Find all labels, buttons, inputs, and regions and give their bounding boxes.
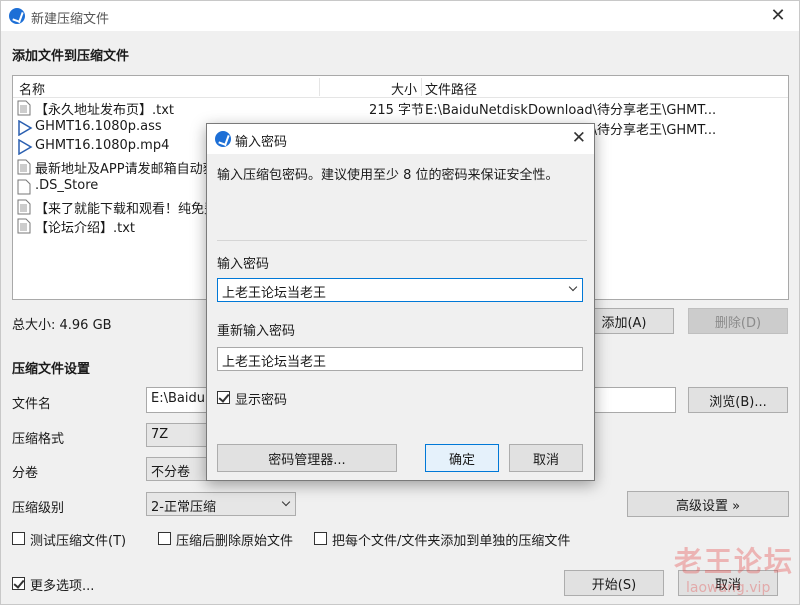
close-icon[interactable]: ✕ [767,5,789,27]
section-title-files: 添加文件到压缩文件 [12,49,130,64]
dialog-description: 输入压缩包密码。建议使用至少 8 位的密码来保证安全性。 [217,168,559,183]
separate-archives-checkbox[interactable] [314,532,327,545]
delete-after-checkbox[interactable] [158,532,171,545]
format-label: 压缩格式 [12,432,65,447]
file-name: 【来了就能下载和观看！纯免费 [35,201,218,217]
more-options-checkbox[interactable] [12,577,25,590]
format-value: 7Z [151,427,169,442]
level-value: 2-正常压缩 [151,500,216,515]
text-file-icon [17,218,31,234]
ok-button[interactable]: 确定 [425,444,499,472]
column-size[interactable]: 大小 [391,79,417,98]
file-path: E:\BaiduNetdiskDownload\待分享老王\GHMT... [425,103,717,118]
password-input[interactable]: 上老王论坛当老王 [217,278,583,302]
section-title-settings: 压缩文件设置 [12,362,91,377]
cancel-button[interactable]: 取消 [678,570,778,596]
app-logo-icon [215,131,231,147]
text-file-icon [17,100,31,116]
file-name: GHMT16.1080p.ass [35,118,162,134]
advanced-settings-button[interactable]: 高级设置 » [627,491,789,517]
password-manager-button[interactable]: 密码管理器... [217,444,397,472]
total-size: 总大小: 4.96 GB [12,318,112,333]
password-dialog: 输入密码 ✕ 输入压缩包密码。建议使用至少 8 位的密码来保证安全性。 输入密码… [206,123,595,481]
blank-file-icon [17,179,31,195]
divider [217,240,587,241]
file-row[interactable]: 【永久地址发布页】.txt 215 字节 E:\BaiduNetdiskDownlo… [13,98,788,118]
file-name: 最新地址及APP请发邮箱自动获 [35,162,216,178]
media-file-icon [17,119,33,136]
filename-label: 文件名 [12,397,52,412]
file-name: GHMT16.1080p.mp4 [35,138,170,154]
delete-button[interactable]: 删除(D) [688,308,788,334]
dialog-title: 输入密码 [235,135,288,150]
title-bar: 新建压缩文件 ✕ [1,1,799,31]
app-logo-icon [9,8,25,24]
column-path[interactable]: 文件路径 [425,79,477,98]
volume-label: 分卷 [12,466,39,481]
close-icon[interactable]: ✕ [572,127,586,149]
delete-after-label[interactable]: 压缩后删除原始文件 [176,530,293,549]
separate-archives-label[interactable]: 把每个文件/文件夹添加到单独的压缩文件 [332,530,570,549]
reenter-password-input[interactable]: 上老王论坛当老王 [217,347,583,371]
volume-value: 不分卷 [151,465,191,480]
chevron-down-icon [281,497,291,507]
file-list-header: 名称 大小 文件路径 [13,76,788,98]
reenter-password-label: 重新输入密码 [217,324,296,339]
level-select[interactable]: 2-正常压缩 [146,492,296,516]
more-options-label[interactable]: 更多选项... [30,575,94,594]
file-size: 215 字节 [369,103,424,118]
dialog-title-bar: 输入密码 ✕ [207,124,594,154]
file-name: 【永久地址发布页】.txt [35,103,175,118]
media-file-icon [17,139,33,156]
text-file-icon [17,199,31,215]
show-password-label[interactable]: 显示密码 [235,389,287,408]
level-label: 压缩级别 [12,501,65,516]
column-name[interactable]: 名称 [19,79,45,98]
file-name: .DS_Store [35,177,99,193]
test-archive-label[interactable]: 测试压缩文件(T) [30,530,126,549]
window-title: 新建压缩文件 [31,12,110,27]
test-archive-checkbox[interactable] [12,532,25,545]
chevron-down-icon[interactable] [568,282,578,292]
dialog-cancel-button[interactable]: 取消 [509,444,583,472]
password-label: 输入密码 [217,257,270,272]
start-button[interactable]: 开始(S) [564,570,664,596]
show-password-checkbox[interactable] [217,391,230,404]
text-file-icon [17,159,31,175]
file-name: 【论坛介绍】.txt [35,221,136,237]
browse-button[interactable]: 浏览(B)... [688,387,788,413]
password-value: 上老王论坛当老王 [222,286,327,301]
